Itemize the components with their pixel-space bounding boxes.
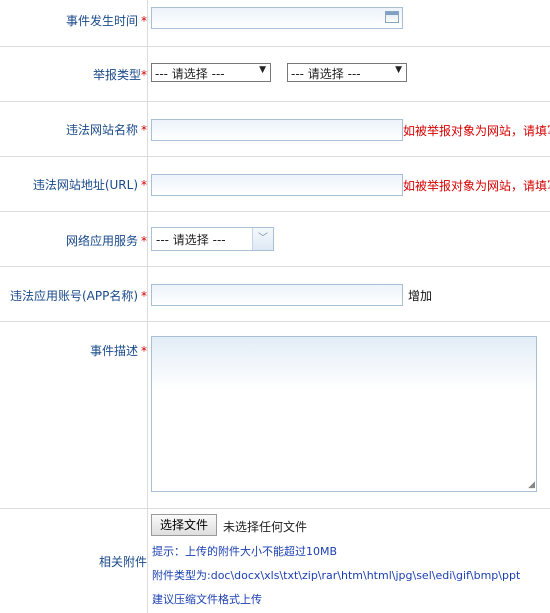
required-mark: * [141, 234, 147, 248]
app-account-input[interactable] [151, 284, 403, 306]
tip-size: 提示：上传的附件大小不能超过10MB [152, 545, 338, 558]
site-name-input[interactable] [151, 119, 403, 141]
choose-file-button[interactable]: 选择文件 [151, 514, 217, 536]
row-description: 事件描述 * ◢ [0, 322, 550, 509]
site-name-label: 违法网站名称 * [65, 123, 147, 137]
tip-file-types: 附件类型为:doc\docx\xls\txt\zip\rar\htm\html\… [152, 569, 521, 582]
add-account-link[interactable]: 增加 [408, 287, 432, 304]
site-name-hint: 如被举报对象为网站，请填写 [403, 124, 550, 138]
report-type-label: 举报类型* [92, 68, 147, 82]
required-mark: * [141, 14, 147, 28]
site-url-input[interactable] [151, 174, 403, 196]
app-service-select[interactable]: --- 请选择 --- ﹀ [151, 227, 274, 251]
event-time-input[interactable] [151, 7, 403, 29]
app-account-label: 违法应用账号(APP名称) * [9, 289, 147, 303]
calendar-icon[interactable] [385, 11, 399, 23]
required-mark: * [141, 123, 147, 137]
chevron-down-icon[interactable]: ﹀ [252, 228, 273, 250]
site-url-hint: 如被举报对象为网站，请填写 [403, 179, 550, 193]
attachment-label: 相关附件 [98, 555, 147, 569]
row-app-service: 网络应用服务 * --- 请选择 --- ﹀ [0, 212, 550, 267]
row-event-time: 事件发生时间 * [0, 0, 550, 47]
required-mark: * [141, 178, 147, 192]
row-app-account: 违法应用账号(APP名称) * 增加 [0, 267, 550, 322]
event-time-label: 事件发生时间 * [65, 14, 147, 28]
row-site-url: 违法网站地址(URL) * 如被举报对象为网站，请填写 [0, 157, 550, 212]
report-type-select-1[interactable]: --- 请选择 --- ▼ [151, 63, 271, 82]
chevron-down-icon: ▼ [395, 65, 402, 75]
no-file-text: 未选择任何文件 [223, 520, 308, 534]
site-url-label: 违法网站地址(URL) * [32, 178, 147, 192]
app-service-label: 网络应用服务 * [65, 234, 147, 248]
row-report-type: 举报类型* --- 请选择 --- ▼ --- 请选择 --- ▼ [0, 47, 550, 102]
chevron-down-icon: ▼ [259, 65, 266, 75]
tip-compress: 建议压缩文件格式上传 [152, 593, 262, 606]
report-type-select-2[interactable]: --- 请选择 --- ▼ [287, 63, 407, 82]
required-mark: * [141, 344, 147, 358]
description-textarea[interactable]: ◢ [151, 336, 537, 492]
description-label: 事件描述 * [89, 344, 147, 358]
resize-handle-icon[interactable]: ◢ [528, 481, 535, 490]
row-site-name: 违法网站名称 * 如被举报对象为网站，请填写 [0, 102, 550, 157]
required-mark: * [141, 289, 147, 303]
required-mark: * [141, 68, 147, 82]
